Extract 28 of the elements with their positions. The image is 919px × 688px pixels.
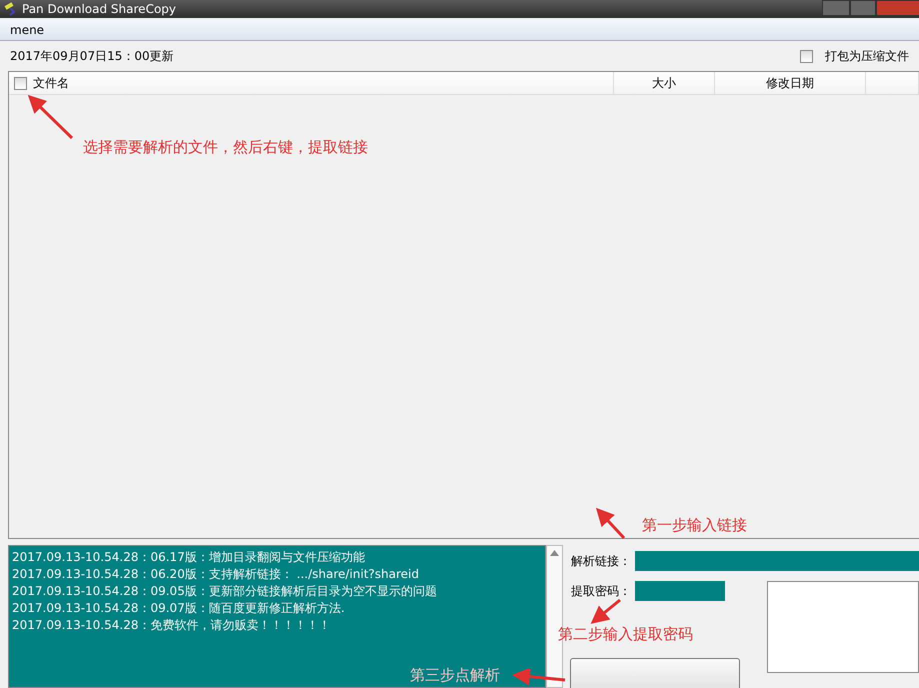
checkbox[interactable]	[800, 50, 813, 62]
update-text: 2017年09月07日15：00更新	[10, 48, 174, 64]
minimize-button[interactable]	[822, 0, 850, 16]
checkbox-label: 打包为压缩文件	[825, 48, 909, 64]
annotation-text: 第三步点解析	[410, 666, 500, 685]
log-line: 2017.09.13-10.54.28：免费软件，请勿贩卖！！！！！！	[12, 617, 332, 634]
column-header[interactable]: 修改日期	[715, 72, 866, 94]
password-input-field[interactable]	[635, 581, 725, 601]
close-button[interactable]	[876, 0, 919, 16]
maximize-button[interactable]	[850, 0, 876, 16]
scroll-up-icon[interactable]	[550, 550, 559, 556]
log-line: 2017.09.13-10.54.28：06.20版：支持解析链接： .../share/init?shareid	[12, 566, 420, 583]
parse-button[interactable]	[570, 658, 740, 688]
window-title: Pan Download ShareCopy	[22, 2, 176, 16]
menu-item[interactable]: mene	[10, 23, 44, 37]
field-label: 提取密码：	[571, 582, 631, 600]
log-line: 2017.09.13-10.54.28：09.07版：随百度更新修正解析方法.	[12, 600, 346, 617]
column-header[interactable]: 文件名	[33, 74, 69, 92]
link-input-field[interactable]	[635, 551, 919, 571]
log-line: 2017.09.13-10.54.28：06.17版：增加目录翻阅与文件压缩功能	[12, 549, 366, 566]
annotation-text: 第二步输入提取密码	[558, 625, 693, 644]
annotation-text: 选择需要解析的文件，然后右键，提取链接	[83, 138, 368, 157]
annotation-text: 第一步输入链接	[642, 516, 747, 535]
checkbox[interactable]	[14, 76, 27, 90]
column-header[interactable]: 大小	[614, 72, 715, 94]
app-icon	[4, 2, 18, 16]
log-line: 2017.09.13-10.54.28：09.05版：更新部分链接解析后目录为空不显示的问题	[12, 583, 438, 600]
field-label: 解析链接：	[571, 552, 631, 570]
